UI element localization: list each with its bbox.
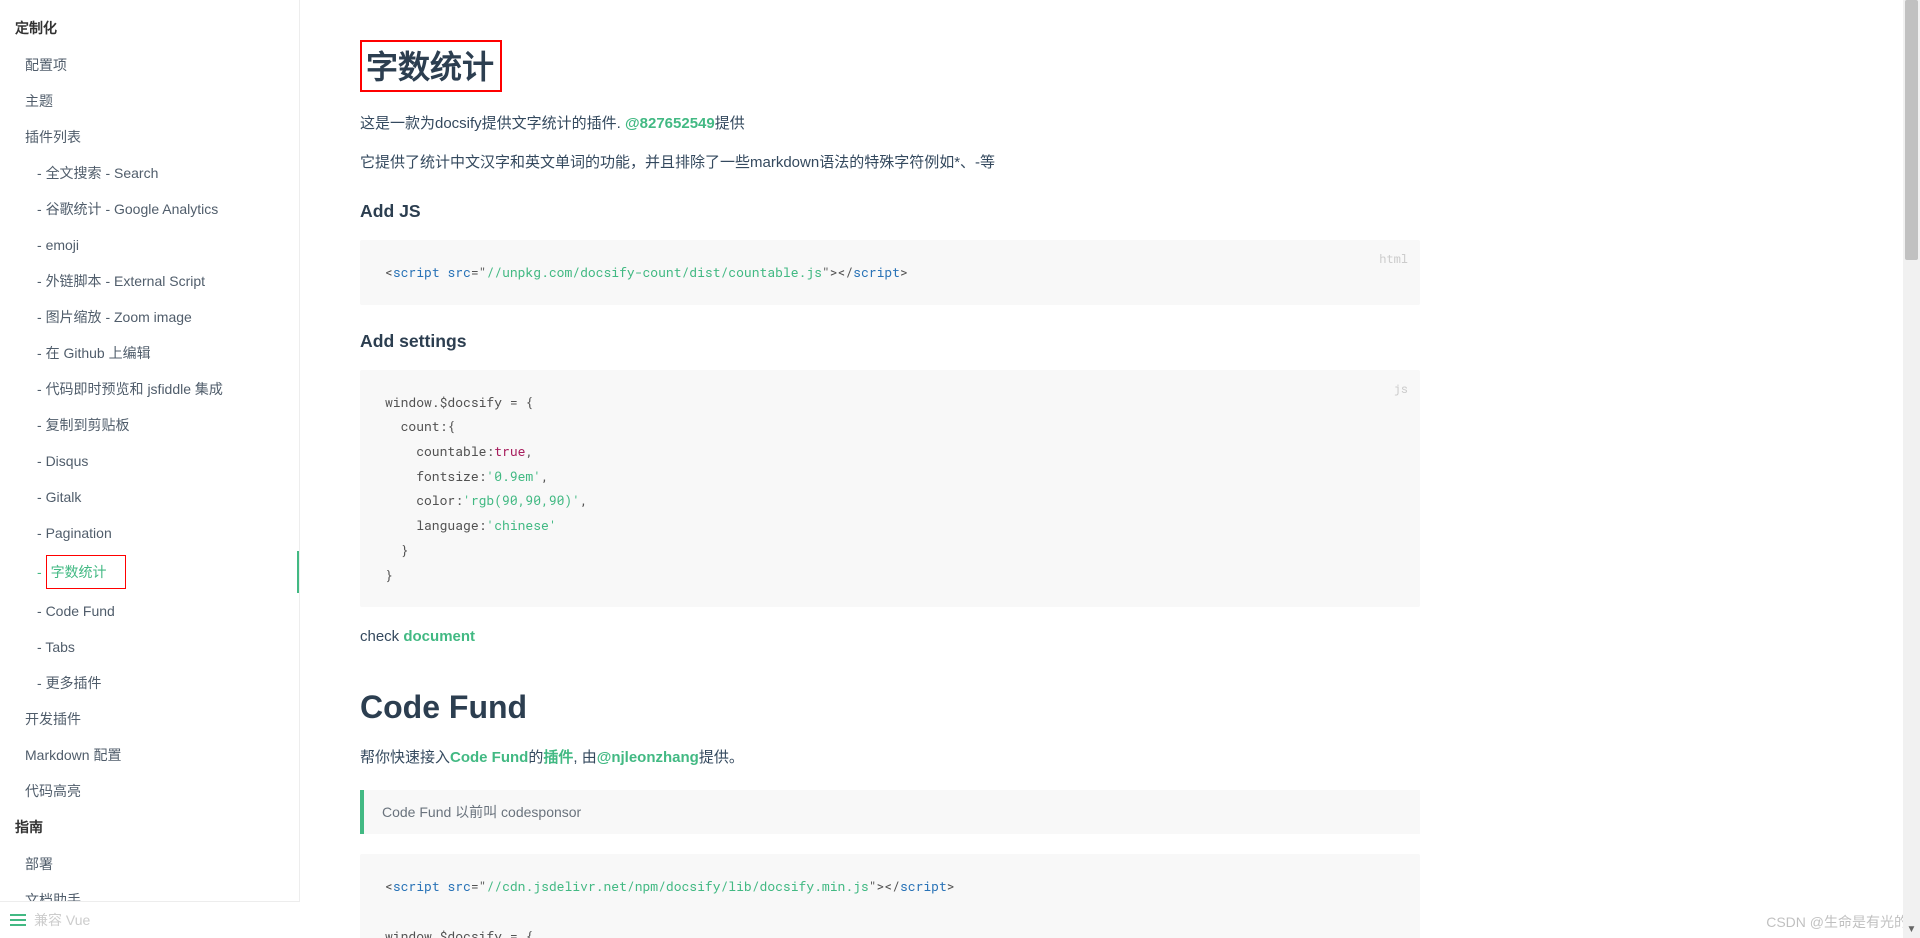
sub-disqus[interactable]: - Disqus xyxy=(0,443,299,479)
link-author[interactable]: @827652549 xyxy=(625,115,715,132)
footer-label: 兼容 Vue xyxy=(34,910,90,930)
codefund-quote: Code Fund 以前叫 codesponsor xyxy=(360,790,1420,834)
nav-plugins[interactable]: 插件列表 xyxy=(0,119,299,155)
link-njleonzhang[interactable]: @njleonzhang xyxy=(597,749,699,766)
sub-external[interactable]: - 外链脚本 - External Script xyxy=(0,263,299,299)
watermark: CSDN @生命是有光的 xyxy=(1766,912,1908,932)
nav-deploy[interactable]: 部署 xyxy=(0,846,299,882)
heading-wordcount: 字数统计 xyxy=(360,40,1420,92)
sub-search[interactable]: - 全文搜索 - Search xyxy=(0,155,299,191)
intro-paragraph: 这是一款为docsify提供文字统计的插件. @827652549提供 xyxy=(360,112,1420,136)
sub-codefund[interactable]: - Code Fund xyxy=(0,593,299,629)
heading-codefund: Code Fund xyxy=(360,689,1420,726)
link-document[interactable]: document xyxy=(403,628,475,645)
hamburger-icon[interactable] xyxy=(10,914,26,926)
code-codefund: <script src="//cdn.jsdelivr.net/npm/docs… xyxy=(360,854,1420,938)
check-line: check document xyxy=(360,625,1420,649)
sub-copy[interactable]: - 复制到剪贴板 xyxy=(0,407,299,443)
nav-config[interactable]: 配置项 xyxy=(0,47,299,83)
main-content: 字数统计 这是一款为docsify提供文字统计的插件. @827652549提供… xyxy=(300,0,1920,938)
nav-theme[interactable]: 主题 xyxy=(0,83,299,119)
sidebar: 定制化 配置项 主题 插件列表 - 全文搜索 - Search - 谷歌统计 -… xyxy=(0,0,300,938)
sub-jsfiddle[interactable]: - 代码即时预览和 jsfiddle 集成 xyxy=(0,371,299,407)
scrollbar[interactable]: ▲ ▼ xyxy=(1903,0,1920,938)
nav-dev-plugin[interactable]: 开发插件 xyxy=(0,701,299,737)
sub-github[interactable]: - 在 Github 上编辑 xyxy=(0,335,299,371)
heading-add-js: Add JS xyxy=(360,201,1420,222)
sub-ga[interactable]: - 谷歌统计 - Google Analytics xyxy=(0,191,299,227)
sub-zoom[interactable]: - 图片缩放 - Zoom image xyxy=(0,299,299,335)
heading-add-settings: Add settings xyxy=(360,331,1420,352)
section-guide: 指南 xyxy=(0,809,299,846)
nav-md-config[interactable]: Markdown 配置 xyxy=(0,737,299,773)
sub-gitalk[interactable]: - Gitalk xyxy=(0,479,299,515)
sub-wordcount[interactable]: - 字数统计 xyxy=(0,551,299,593)
scroll-down-icon[interactable]: ▼ xyxy=(1903,921,1920,938)
scroll-thumb[interactable] xyxy=(1905,0,1918,260)
link-plugin[interactable]: 插件 xyxy=(543,749,573,766)
code-add-settings: jswindow.$docsify = { count:{ countable:… xyxy=(360,370,1420,608)
link-codefund[interactable]: Code Fund xyxy=(450,749,528,766)
nav-highlight[interactable]: 代码高亮 xyxy=(0,773,299,809)
sub-tabs[interactable]: - Tabs xyxy=(0,629,299,665)
sub-pagination[interactable]: - Pagination xyxy=(0,515,299,551)
code-add-js: html<script src="//unpkg.com/docsify-cou… xyxy=(360,240,1420,305)
sub-more[interactable]: - 更多插件 xyxy=(0,665,299,701)
section-customize: 定制化 xyxy=(0,10,299,47)
codefund-paragraph: 帮你快速接入Code Fund的插件, 由@njleonzhang提供。 xyxy=(360,746,1420,770)
desc-paragraph: 它提供了统计中文汉字和英文单词的功能，并且排除了一些markdown语法的特殊字… xyxy=(360,151,1420,175)
sidebar-footer: 兼容 Vue xyxy=(0,901,300,938)
sub-emoji[interactable]: - emoji xyxy=(0,227,299,263)
